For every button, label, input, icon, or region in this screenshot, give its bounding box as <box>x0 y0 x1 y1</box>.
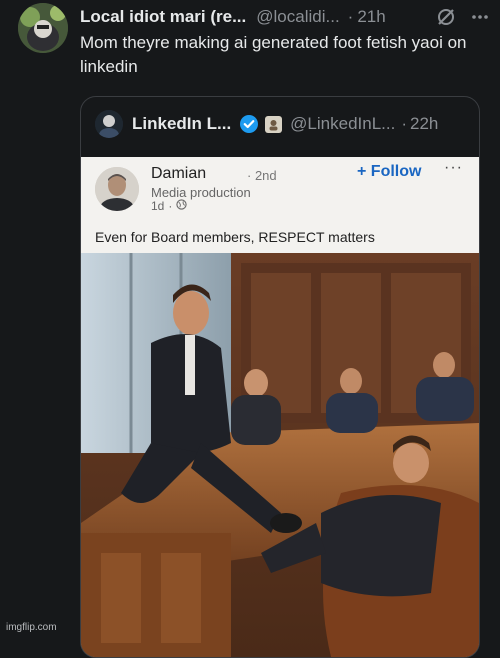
quoted-author-name[interactable]: LinkedIn L... <box>132 114 231 134</box>
more-icon[interactable] <box>470 7 490 27</box>
linkedin-post-image <box>81 253 479 657</box>
imgflip-watermark: imgflip.com <box>6 622 57 633</box>
linkedin-author-avatar <box>95 167 139 211</box>
affiliation-badge-icon <box>265 115 283 133</box>
linkedin-post-age: 1d <box>151 199 165 213</box>
linkedin-post-meta: 1d · <box>151 199 187 213</box>
post-header: Local idiot mari (re... @localidi... · 2… <box>80 5 490 29</box>
post-separator: · <box>347 7 354 26</box>
post-author-handle[interactable]: @localidi... <box>256 7 339 27</box>
globe-icon <box>176 199 187 213</box>
linkedin-author-name: Damian <box>151 165 207 182</box>
quoted-author-avatar <box>95 110 123 138</box>
linkedin-follow-button: + Follow <box>357 163 422 180</box>
quoted-separator: · <box>401 114 407 133</box>
linkedin-more-icon: ··· <box>444 159 463 176</box>
quoted-post-card[interactable]: LinkedIn L... @LinkedInL... · 22h Damian… <box>80 96 480 658</box>
post-text: Mom theyre making ai generated foot feti… <box>80 33 467 76</box>
quoted-author-handle[interactable]: @LinkedInL... <box>290 114 395 134</box>
linkedin-connection-degree: · 2nd <box>247 168 277 183</box>
quoted-timestamp[interactable]: 22h <box>410 114 438 134</box>
grok-icon[interactable] <box>436 7 456 27</box>
post-author-name[interactable]: Local idiot mari (re... <box>80 7 246 27</box>
linkedin-author-headline: Media production <box>151 185 251 200</box>
linkedin-post-screenshot: Damian · 2nd Media production 1d · + Fol… <box>81 157 479 657</box>
linkedin-post-text: Even for Board members, RESPECT matters <box>95 229 375 245</box>
post-timestamp[interactable]: 21h <box>357 7 385 27</box>
linkedin-meta-separator: · <box>168 199 173 213</box>
verified-badge-icon <box>239 114 259 134</box>
quoted-post-header: LinkedIn L... @LinkedInL... · 22h <box>95 109 467 139</box>
post-author-avatar[interactable] <box>18 3 68 53</box>
